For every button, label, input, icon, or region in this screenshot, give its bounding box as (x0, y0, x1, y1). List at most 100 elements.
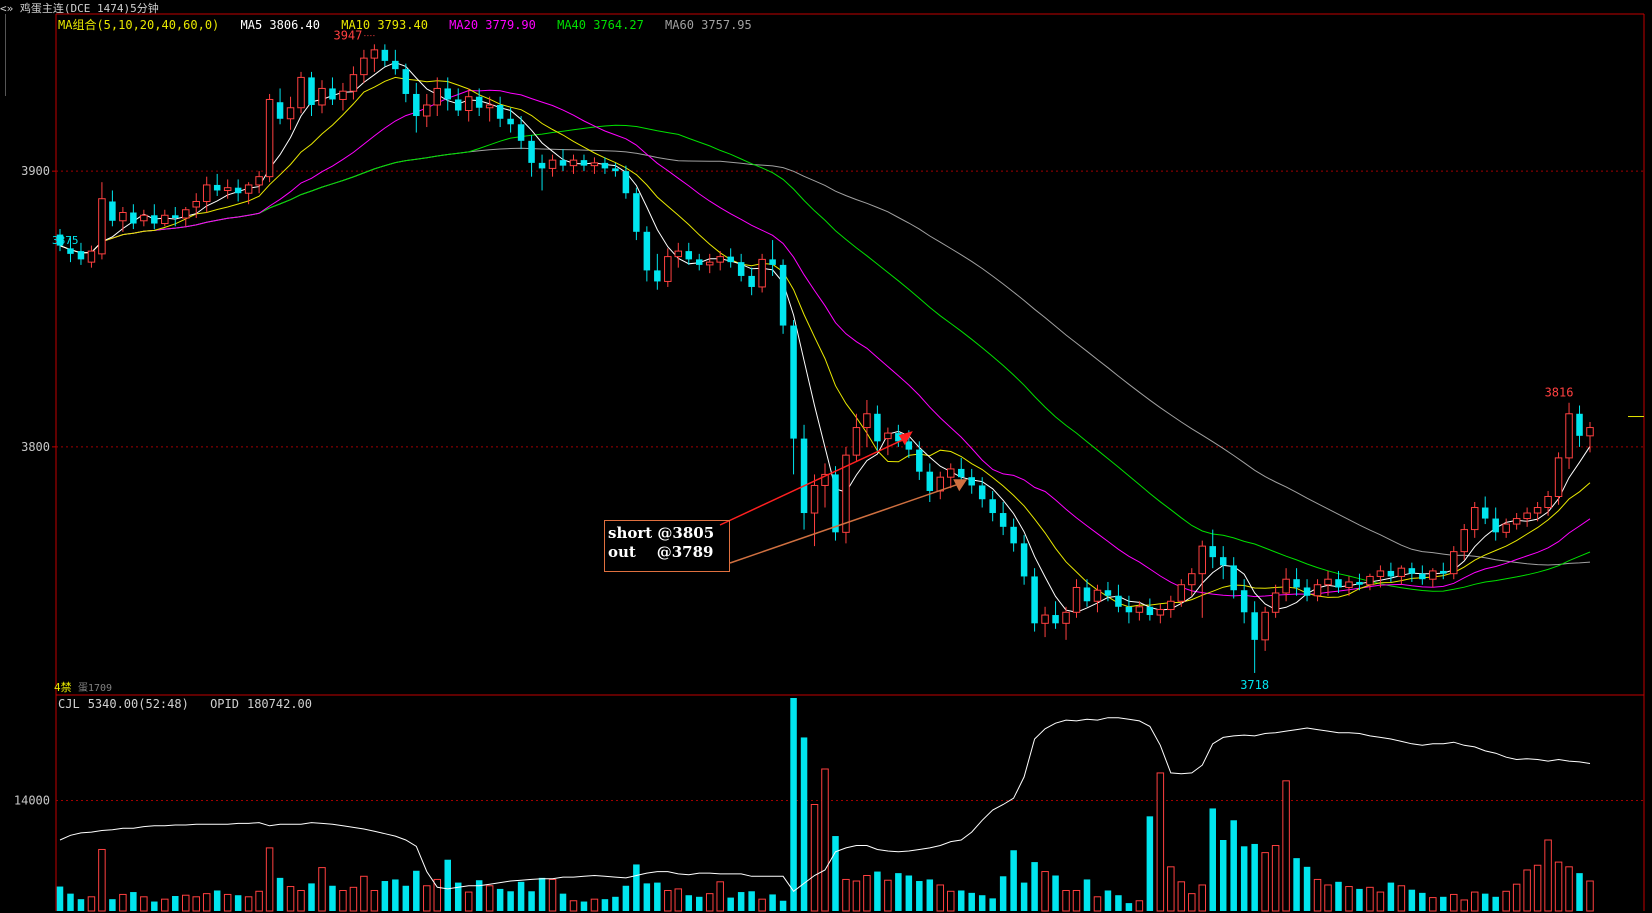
volume-bar (1419, 892, 1426, 911)
candle-body (1010, 526, 1017, 544)
candle-body (779, 264, 787, 326)
candle-body (863, 413, 871, 429)
candle-body (172, 215, 179, 219)
volume-bar (874, 871, 881, 911)
candle (842, 446, 850, 544)
volume-bar (182, 894, 190, 912)
volume-bar (1565, 866, 1573, 912)
ma10-line (59, 76, 1591, 608)
candle-body (413, 93, 420, 117)
volume-bar (716, 881, 724, 912)
volume-bar (1072, 889, 1081, 912)
candle-body (496, 104, 504, 119)
candle-body (1481, 507, 1489, 519)
chart-grid: 3900 3800 14000 (14, 164, 1644, 808)
volume-bar (1366, 886, 1374, 912)
volume-bar (580, 901, 588, 911)
candle-body (1512, 518, 1521, 525)
candle-body (884, 432, 892, 440)
candle-body (464, 96, 473, 111)
volume-bar (1470, 891, 1479, 912)
volume-bar (1156, 772, 1165, 912)
volume-bar (1062, 889, 1070, 912)
candle (1419, 565, 1426, 585)
volume-bar (1313, 878, 1322, 912)
volume-bar (1093, 896, 1102, 912)
candle (978, 477, 986, 508)
candle (705, 253, 714, 274)
candle-body (1586, 427, 1594, 437)
volume-bar (161, 898, 169, 912)
candle-body (318, 87, 326, 106)
candle-body (1397, 567, 1406, 577)
candle-body (852, 427, 861, 456)
candle (559, 149, 567, 172)
candle-body (130, 212, 137, 224)
volume-bar (1135, 900, 1144, 912)
candle (1020, 535, 1028, 585)
candle-body (978, 485, 986, 500)
candle (538, 154, 546, 191)
volume-bar (202, 893, 211, 912)
annotation-out: out @3789 (608, 543, 714, 561)
candle (1576, 405, 1583, 447)
candle-body (832, 474, 839, 533)
candle-body (339, 90, 347, 100)
volume-bar (392, 879, 399, 911)
volume-bar (223, 893, 232, 912)
volume-bar (769, 894, 776, 911)
candle-body (1356, 581, 1363, 585)
candle (98, 182, 106, 260)
volume-bar (1083, 879, 1091, 911)
candle (339, 82, 347, 111)
candle (1512, 513, 1521, 530)
candle (800, 424, 808, 530)
volume-bar (643, 883, 651, 911)
candle-body (916, 449, 923, 472)
volume-bar (633, 864, 640, 911)
volume-bar (370, 889, 379, 912)
candle (172, 206, 179, 227)
candle (161, 209, 169, 227)
candle-body (119, 212, 127, 222)
candle-body (674, 250, 683, 258)
candle (213, 173, 221, 196)
volume-bar (1052, 875, 1059, 911)
candle (1366, 573, 1374, 591)
candle (318, 80, 326, 114)
candle-body (695, 259, 703, 265)
candle-body (276, 102, 284, 119)
volume-bar (559, 893, 567, 911)
volume-bar (1104, 890, 1112, 911)
candle-body (223, 187, 232, 191)
volume-bar (622, 885, 630, 911)
volume-bar (1010, 850, 1017, 911)
volume-bar (1492, 896, 1499, 911)
volume-bar (444, 859, 451, 911)
candle (507, 107, 514, 133)
candle-body (1251, 612, 1258, 640)
candle (1251, 601, 1258, 673)
candle-body (77, 251, 85, 260)
volume-bar (1376, 891, 1385, 912)
volume-bar (1219, 840, 1227, 911)
candle (769, 240, 776, 276)
volume-bar (297, 889, 305, 912)
candle (863, 399, 871, 447)
volume-bar (654, 882, 661, 911)
candle-body (559, 160, 567, 166)
candle (1072, 579, 1081, 618)
chart-svg[interactable]: 3900 3800 14000 3947 3718 3816 3875 4禁 蛋1709 (0, 0, 1652, 913)
candle (1533, 502, 1542, 522)
candle (685, 242, 693, 265)
volume-bar (1586, 880, 1594, 912)
candle (151, 204, 158, 230)
candle-body (716, 256, 724, 263)
volume-bar (1387, 882, 1395, 911)
candle-body (664, 256, 672, 282)
bottom-contract-label: 蛋1709 (78, 682, 112, 694)
candle-body (392, 60, 399, 70)
candle (1313, 579, 1322, 602)
volume-bar (748, 891, 755, 911)
candle (821, 463, 829, 508)
